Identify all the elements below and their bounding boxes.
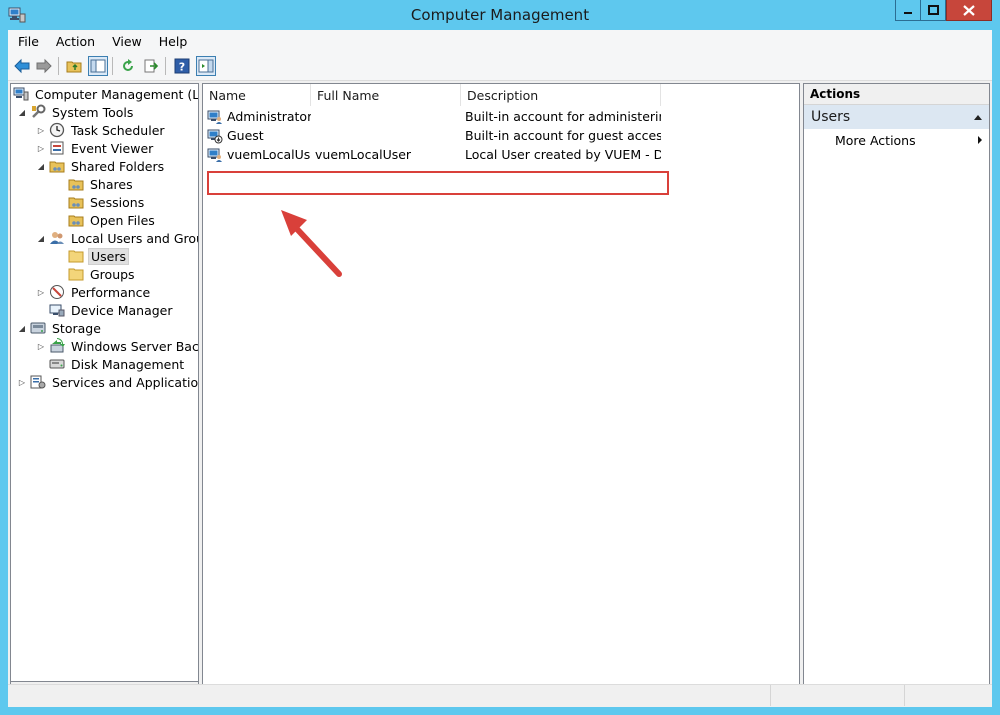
backup-icon — [49, 338, 65, 354]
action-more-actions[interactable]: More Actions — [804, 129, 989, 151]
tree-item-system-tools[interactable]: ◢ System Tools — [17, 103, 135, 121]
tools-icon — [30, 104, 46, 120]
folder-icon — [68, 248, 84, 264]
show-hide-action-pane-icon[interactable] — [196, 56, 216, 76]
services-icon — [30, 374, 46, 390]
collapse-arrow-icon[interactable]: ◢ — [17, 323, 27, 333]
menu-view[interactable]: View — [102, 34, 149, 49]
minimize-button[interactable] — [895, 0, 920, 21]
status-segment — [770, 685, 771, 706]
client-area: File Action View Help ? Computer Managem… — [8, 30, 992, 707]
submenu-arrow-icon — [977, 133, 983, 148]
tree-item-storage[interactable]: ◢ Storage — [17, 319, 103, 337]
menu-bar: File Action View Help — [8, 30, 992, 52]
disk-icon — [49, 356, 65, 372]
maximize-button[interactable] — [920, 0, 946, 21]
tree-item-groups[interactable]: Groups — [68, 265, 137, 283]
back-arrow-icon[interactable] — [12, 56, 32, 76]
user-icon — [207, 109, 223, 125]
users-list[interactable]: Name Full Name Description Administrator… — [202, 83, 800, 699]
window-title: Computer Management — [410, 6, 590, 24]
tree-item-computer-management[interactable]: Computer Management (Local — [13, 85, 198, 103]
tree-item-open-files[interactable]: Open Files — [68, 211, 157, 229]
tree-item-shares[interactable]: Shares — [68, 175, 135, 193]
show-hide-console-tree-icon[interactable] — [88, 56, 108, 76]
collapse-arrow-icon[interactable]: ◢ — [17, 107, 27, 117]
toolbar-separator — [112, 57, 113, 75]
expand-arrow-icon[interactable]: ▷ — [17, 377, 27, 387]
close-button[interactable] — [946, 0, 992, 21]
refresh-icon[interactable] — [118, 56, 138, 76]
tree-item-shared-folders[interactable]: ◢ Shared Folders — [36, 157, 166, 175]
highlight-box — [207, 171, 669, 195]
storage-icon — [30, 320, 46, 336]
collapse-arrow-icon[interactable]: ◢ — [36, 233, 46, 243]
svg-text:?: ? — [179, 61, 185, 74]
tree-item-disk-management[interactable]: Disk Management — [49, 355, 186, 373]
actions-pane: Actions Users More Actions — [803, 83, 990, 699]
shared-folder-icon — [68, 176, 84, 192]
cell-description: Built-in account for administering... — [465, 109, 661, 124]
device-manager-icon — [49, 302, 65, 318]
expand-arrow-icon[interactable]: ▷ — [36, 143, 46, 153]
export-list-icon[interactable] — [141, 56, 161, 76]
cell-description: Built-in account for guest access t... — [465, 128, 661, 143]
title-bar[interactable]: Computer Management — [0, 0, 1000, 30]
shared-folder-icon — [68, 212, 84, 228]
tree-item-windows-server-backup[interactable]: ▷ Windows Server Backup — [36, 337, 198, 355]
collapse-up-icon[interactable] — [973, 109, 983, 125]
users-group-icon — [49, 230, 65, 246]
status-bar-strip — [8, 684, 992, 706]
user-icon — [207, 147, 223, 163]
computer-icon — [13, 86, 29, 102]
computer-management-window: Computer Management File Action View Hel… — [0, 0, 1000, 715]
expand-arrow-icon[interactable]: ▷ — [36, 125, 46, 135]
tree-item-local-users-and-groups[interactable]: ◢ Local Users and Groups — [36, 229, 198, 247]
annotation-arrow-icon — [281, 210, 342, 277]
collapse-arrow-icon[interactable]: ◢ — [36, 161, 46, 171]
tree-item-sessions[interactable]: Sessions — [68, 193, 146, 211]
column-header-name[interactable]: Name — [203, 84, 311, 106]
status-segment — [904, 685, 905, 706]
tree-item-services-and-applications[interactable]: ▷ Services and Applications — [17, 373, 198, 391]
menu-help[interactable]: Help — [149, 34, 195, 49]
tree-item-event-viewer[interactable]: ▷ Event Viewer — [36, 139, 155, 157]
event-viewer-icon — [49, 140, 65, 156]
table-row[interactable]: Guest Built-in account for guest access … — [203, 126, 799, 145]
shared-folder-icon — [68, 194, 84, 210]
cell-name: Administrator — [203, 109, 311, 125]
toolbar-separator — [58, 57, 59, 75]
disabled-user-icon — [207, 128, 223, 144]
tree-item-performance[interactable]: ▷ Performance — [36, 283, 152, 301]
table-row[interactable]: Administrator Built-in account for admin… — [203, 107, 799, 126]
cell-description: Local User created by VUEM - Do ... — [465, 147, 661, 162]
tree-item-device-manager[interactable]: Device Manager — [49, 301, 175, 319]
help-icon[interactable]: ? — [172, 56, 192, 76]
clock-icon — [49, 122, 65, 138]
cell-name: Guest — [203, 128, 311, 144]
up-folder-icon[interactable] — [65, 56, 85, 76]
table-row[interactable]: vuemLocalUser vuemLocalUser Local User c… — [203, 145, 799, 164]
menu-action[interactable]: Action — [46, 34, 102, 49]
column-header-full-name[interactable]: Full Name — [311, 84, 461, 106]
performance-icon — [49, 284, 65, 300]
menu-file[interactable]: File — [8, 34, 46, 49]
actions-header: Actions — [804, 84, 989, 105]
tree-item-users[interactable]: Users — [68, 247, 130, 265]
folder-icon — [68, 266, 84, 282]
actions-section-users[interactable]: Users — [804, 105, 989, 129]
cell-name: vuemLocalUser — [203, 147, 311, 163]
expand-arrow-icon[interactable]: ▷ — [36, 341, 46, 351]
expand-arrow-icon[interactable]: ▷ — [36, 287, 46, 297]
shared-folder-icon — [49, 158, 65, 174]
column-header-description[interactable]: Description — [461, 84, 661, 106]
forward-arrow-icon[interactable] — [34, 56, 54, 76]
toolbar: ? — [8, 52, 992, 81]
list-header: Name Full Name Description — [203, 84, 799, 106]
tree-item-task-scheduler[interactable]: ▷ Task Scheduler — [36, 121, 167, 139]
cell-full-name: vuemLocalUser — [315, 147, 412, 162]
console-tree[interactable]: Computer Management (Local ◢ System Tool… — [10, 83, 199, 682]
toolbar-separator — [165, 57, 166, 75]
